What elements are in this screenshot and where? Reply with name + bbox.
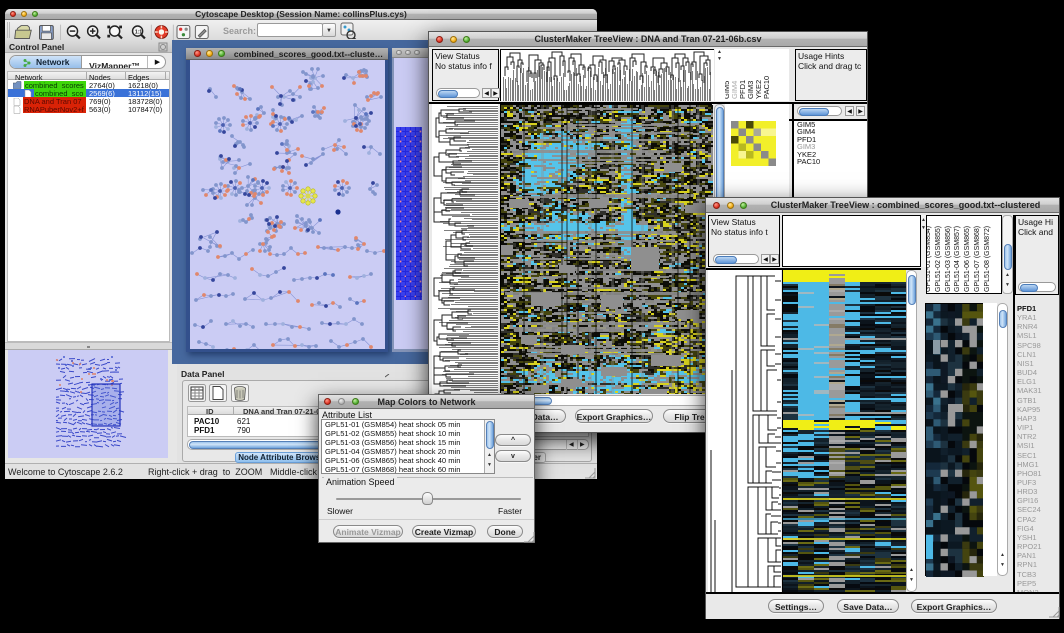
svg-text:1:1: 1:1: [135, 29, 142, 35]
